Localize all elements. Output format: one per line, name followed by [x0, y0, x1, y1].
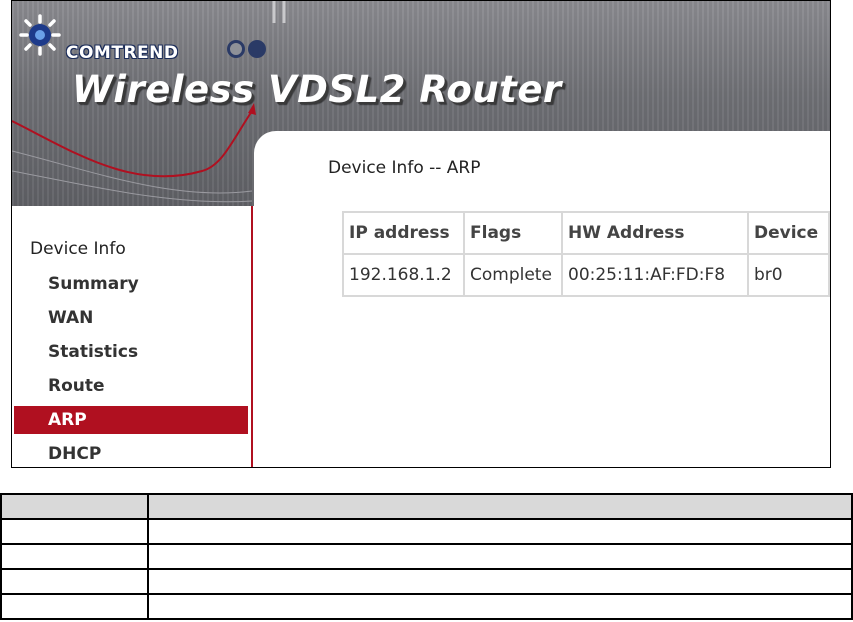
- cell-flags: Complete: [463, 253, 563, 297]
- table-cell: [0, 518, 149, 545]
- table-cell: [147, 568, 853, 595]
- column-header-device: Device: [747, 211, 830, 255]
- arp-table: IP address Flags HW Address Device 192.1…: [342, 211, 830, 297]
- page-title: Device Info -- ARP: [328, 158, 481, 178]
- logo-dot-solid: [248, 40, 266, 58]
- content-panel: [254, 131, 830, 467]
- sidebar-heading-device-info[interactable]: Device Info: [30, 239, 126, 259]
- cell-hw-address: 00:25:11:AF:FD:F8: [561, 253, 749, 297]
- router-ui-screenshot: COMTREND Wireless VDSL2 Router Device In…: [11, 0, 831, 468]
- product-title: Wireless VDSL2 Router: [72, 68, 562, 111]
- sidebar-item-arp[interactable]: ARP: [14, 406, 248, 434]
- table-row: [0, 568, 853, 595]
- sidebar-item-statistics[interactable]: Statistics: [14, 338, 248, 366]
- sidebar-item-wan[interactable]: WAN: [14, 304, 248, 332]
- sidebar-nav: Device Info Summary WAN Statistics Route…: [12, 206, 253, 467]
- table-cell: [0, 568, 149, 595]
- brand-logo: COMTREND: [18, 7, 178, 63]
- description-table: [0, 493, 853, 620]
- logo-dot-hollow: [227, 40, 245, 58]
- table-cell: [0, 493, 149, 520]
- column-header-flags: Flags: [463, 211, 563, 255]
- description-table-header: [0, 493, 853, 520]
- cell-ip-address: 192.168.1.2: [342, 253, 465, 297]
- table-header-row: IP address Flags HW Address Device: [342, 211, 830, 255]
- logo-dots: [227, 40, 266, 58]
- table-cell: [0, 543, 149, 570]
- table-cell: [0, 593, 149, 620]
- cell-device: br0: [747, 253, 830, 297]
- comtrend-logo-icon: [19, 14, 61, 56]
- sidebar-item-dhcp[interactable]: DHCP: [14, 440, 248, 467]
- table-row: [0, 543, 853, 570]
- brand-name: COMTREND: [66, 43, 179, 63]
- table-cell: [147, 593, 853, 620]
- sidebar-item-summary[interactable]: Summary: [14, 270, 248, 298]
- sidebar-item-route[interactable]: Route: [14, 372, 248, 400]
- table-cell: [147, 493, 853, 520]
- column-header-hw-address: HW Address: [561, 211, 749, 255]
- table-row: [0, 518, 853, 545]
- table-row: [0, 593, 853, 620]
- table-cell: [147, 518, 853, 545]
- table-row: 192.168.1.2 Complete 00:25:11:AF:FD:F8 b…: [342, 253, 830, 297]
- table-cell: [147, 543, 853, 570]
- column-header-ip-address: IP address: [342, 211, 465, 255]
